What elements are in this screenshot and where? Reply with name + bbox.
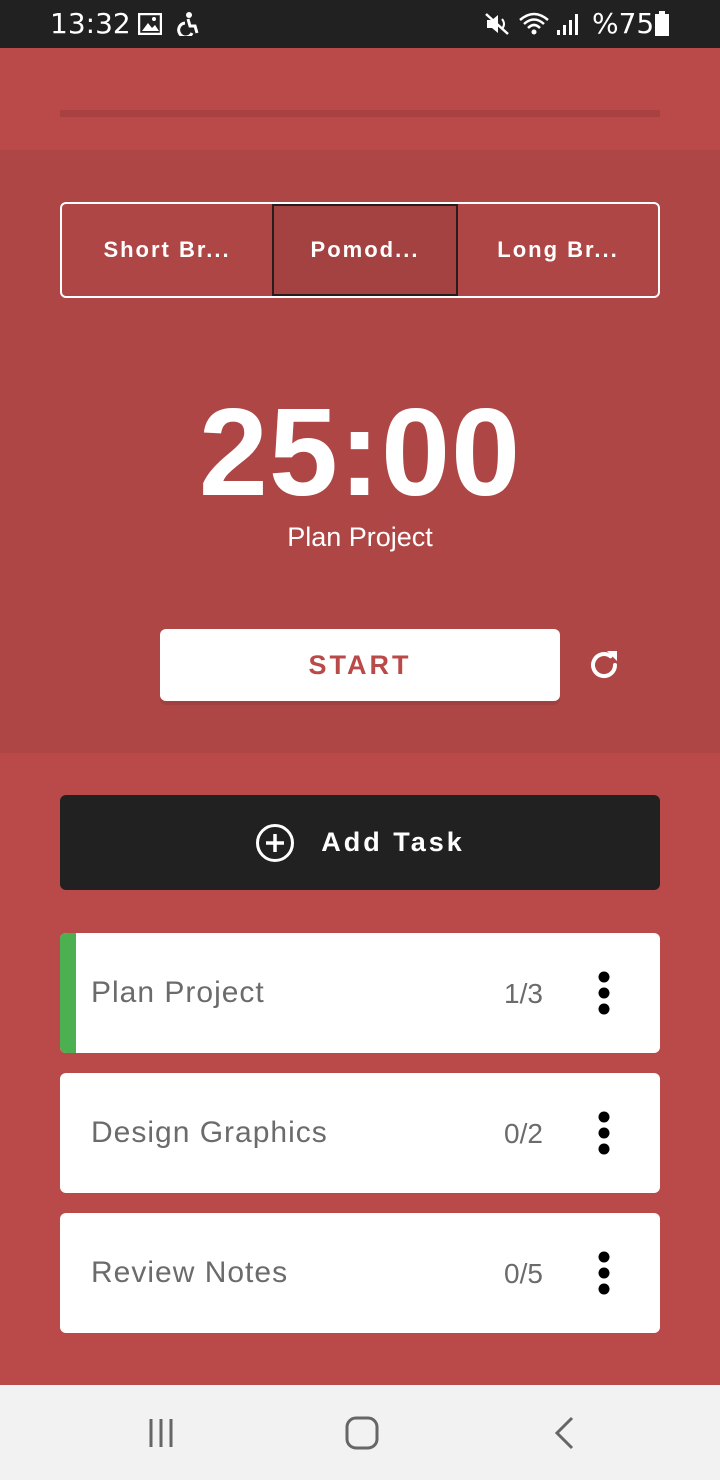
home-icon[interactable] bbox=[342, 1413, 382, 1453]
task-item[interactable]: Review Notes 0/5 bbox=[60, 1213, 660, 1333]
status-bar: 13:32 %75 bbox=[0, 0, 720, 48]
more-vert-icon[interactable] bbox=[584, 1109, 624, 1157]
add-task-label: Add Task bbox=[321, 827, 465, 857]
tab-long-break[interactable]: Long Br... bbox=[458, 204, 658, 296]
add-task-button[interactable]: Add Task bbox=[60, 795, 660, 890]
plus-circle-icon bbox=[255, 823, 295, 863]
recent-apps-icon[interactable] bbox=[141, 1413, 181, 1453]
task-pomodoro-count: 1/3 bbox=[504, 978, 543, 1009]
wifi-icon bbox=[518, 12, 550, 36]
start-button[interactable]: START bbox=[160, 629, 560, 701]
tab-pomodoro[interactable]: Pomod... bbox=[272, 204, 458, 296]
timer-progress-bar bbox=[60, 110, 660, 117]
task-item[interactable]: Plan Project 1/3 bbox=[60, 933, 660, 1053]
mode-tabs: Short Br... Pomod... Long Br... bbox=[60, 202, 660, 298]
signal-icon bbox=[556, 12, 582, 36]
image-icon bbox=[138, 12, 162, 36]
task-title: Review Notes bbox=[91, 1256, 289, 1289]
more-vert-icon[interactable] bbox=[584, 1249, 624, 1297]
task-item[interactable]: Design Graphics 0/2 bbox=[60, 1073, 660, 1193]
more-vert-icon[interactable] bbox=[584, 969, 624, 1017]
battery-icon bbox=[654, 11, 670, 36]
battery-percent: %75 bbox=[592, 7, 655, 40]
task-pomodoro-count: 0/5 bbox=[504, 1258, 543, 1289]
back-icon[interactable] bbox=[544, 1413, 584, 1453]
tab-short-break[interactable]: Short Br... bbox=[62, 204, 272, 296]
refresh-icon[interactable] bbox=[584, 645, 624, 685]
accessibility-icon bbox=[176, 12, 200, 36]
task-title: Design Graphics bbox=[91, 1116, 328, 1149]
status-time: 13:32 bbox=[50, 7, 131, 40]
timer-display: 25:00 bbox=[198, 384, 522, 522]
active-task-indicator bbox=[60, 933, 76, 1053]
system-nav-bar bbox=[0, 1385, 720, 1480]
current-task-label: Plan Project bbox=[287, 522, 433, 552]
task-title: Plan Project bbox=[91, 976, 265, 1009]
mute-icon bbox=[484, 12, 510, 36]
task-list: Plan Project 1/3 Design Graphics 0/2 Rev… bbox=[60, 933, 660, 1353]
task-pomodoro-count: 0/2 bbox=[504, 1118, 543, 1149]
